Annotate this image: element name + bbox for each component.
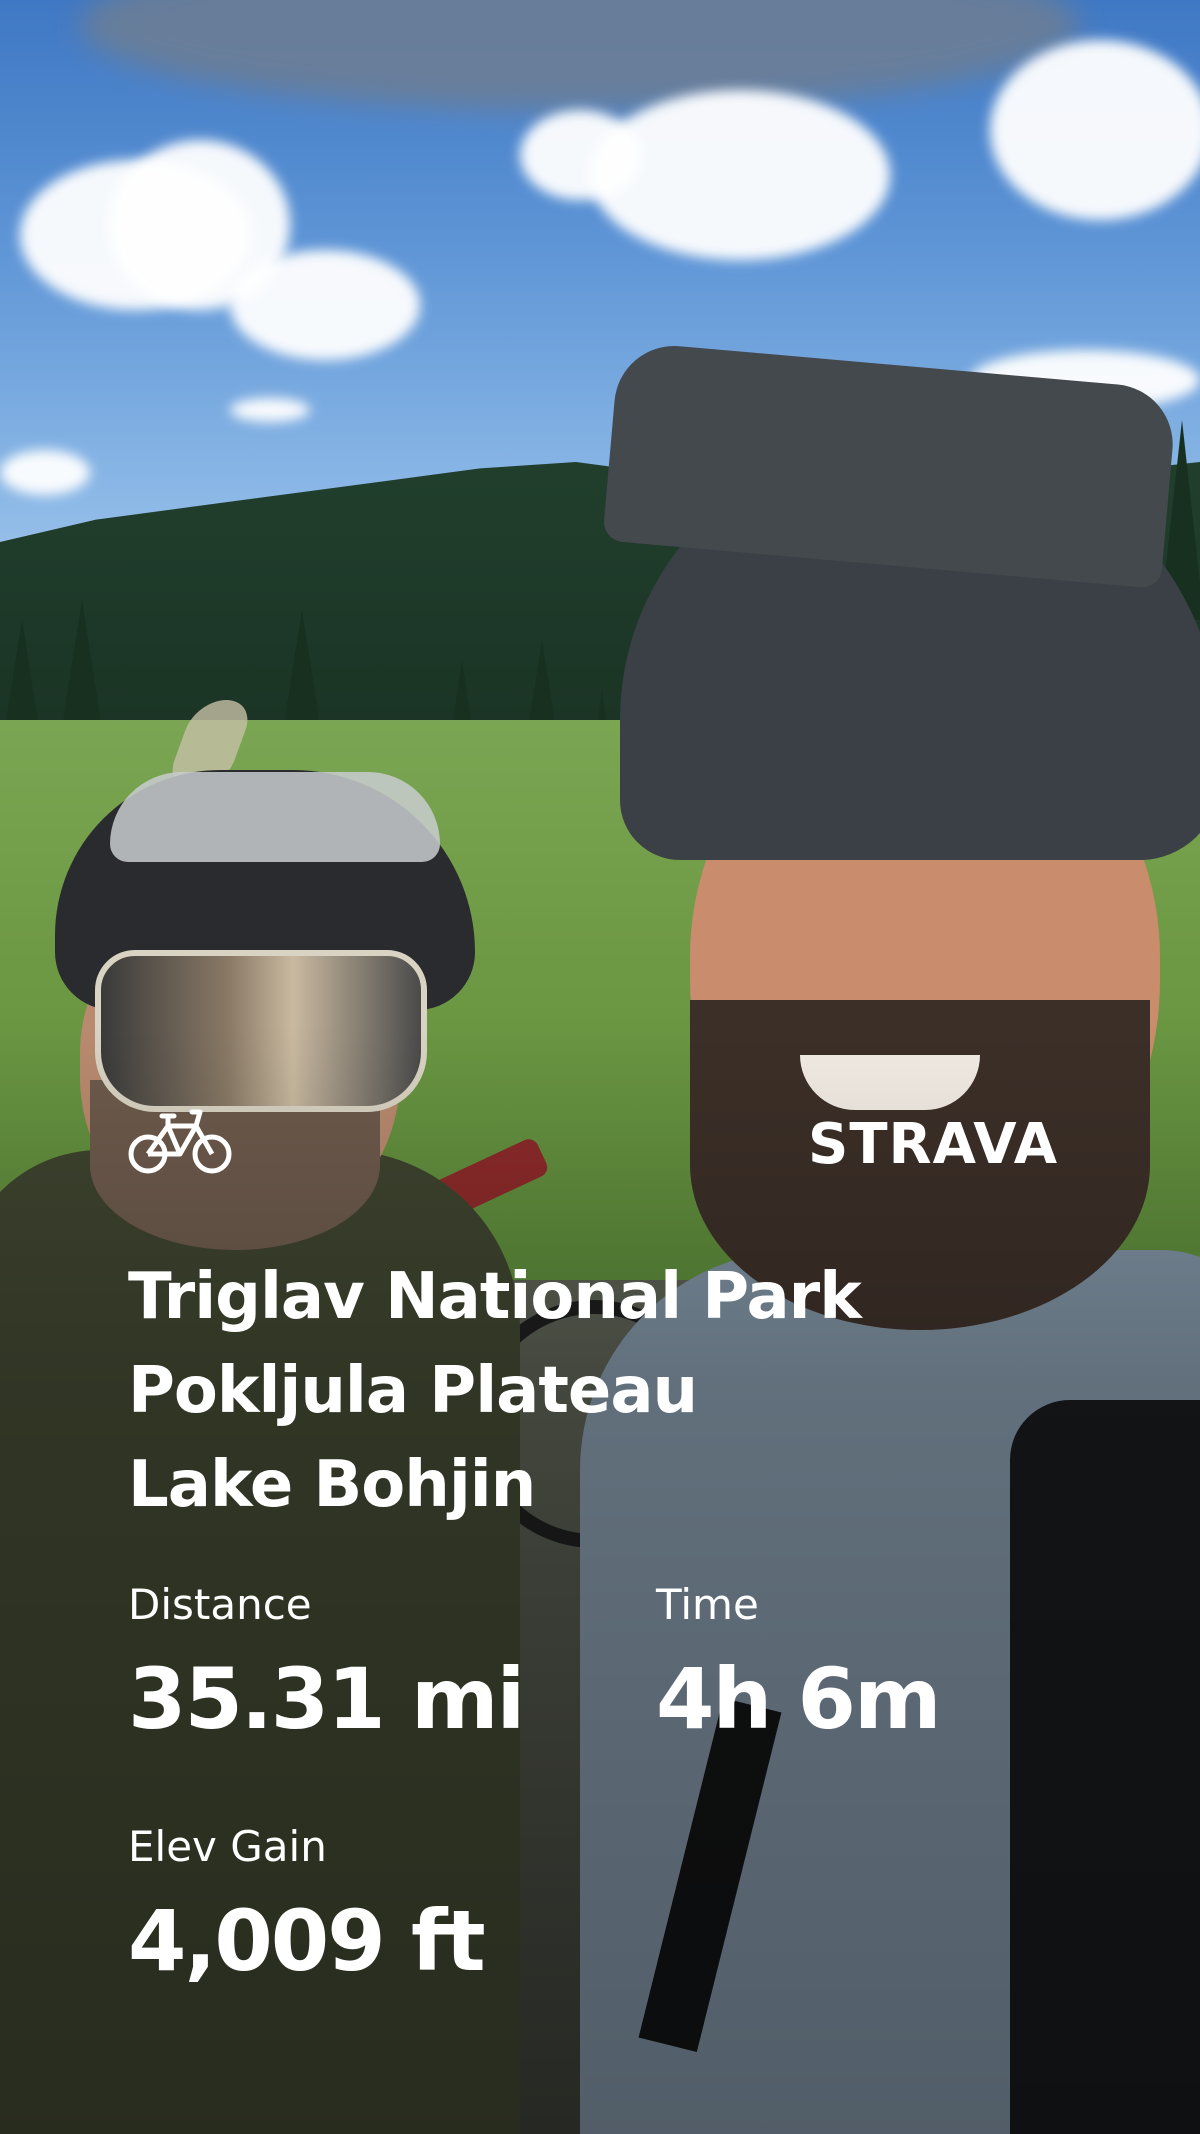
activity-title: Triglav National Park Pokljula Plateau L…: [128, 1250, 1128, 1532]
bicycle-icon: [128, 1109, 232, 1174]
time-value: 4h 6m: [656, 1650, 941, 1748]
strava-logo: STRAVA: [808, 1112, 1059, 1177]
title-line: Triglav National Park: [128, 1260, 862, 1334]
readability-shade: [0, 0, 1200, 2134]
elev-gain-label: Elev Gain: [128, 1822, 327, 1871]
distance-label: Distance: [128, 1580, 312, 1629]
title-line: Pokljula Plateau: [128, 1354, 698, 1428]
activity-share-card: STRAVA Triglav National Park Pokljula Pl…: [0, 0, 1200, 2134]
time-label: Time: [656, 1580, 759, 1629]
distance-value: 35.31 mi: [128, 1650, 525, 1748]
elev-gain-value: 4,009 ft: [128, 1892, 486, 1990]
background-photo: [0, 0, 1200, 2134]
title-line: Lake Bohjin: [128, 1448, 536, 1522]
